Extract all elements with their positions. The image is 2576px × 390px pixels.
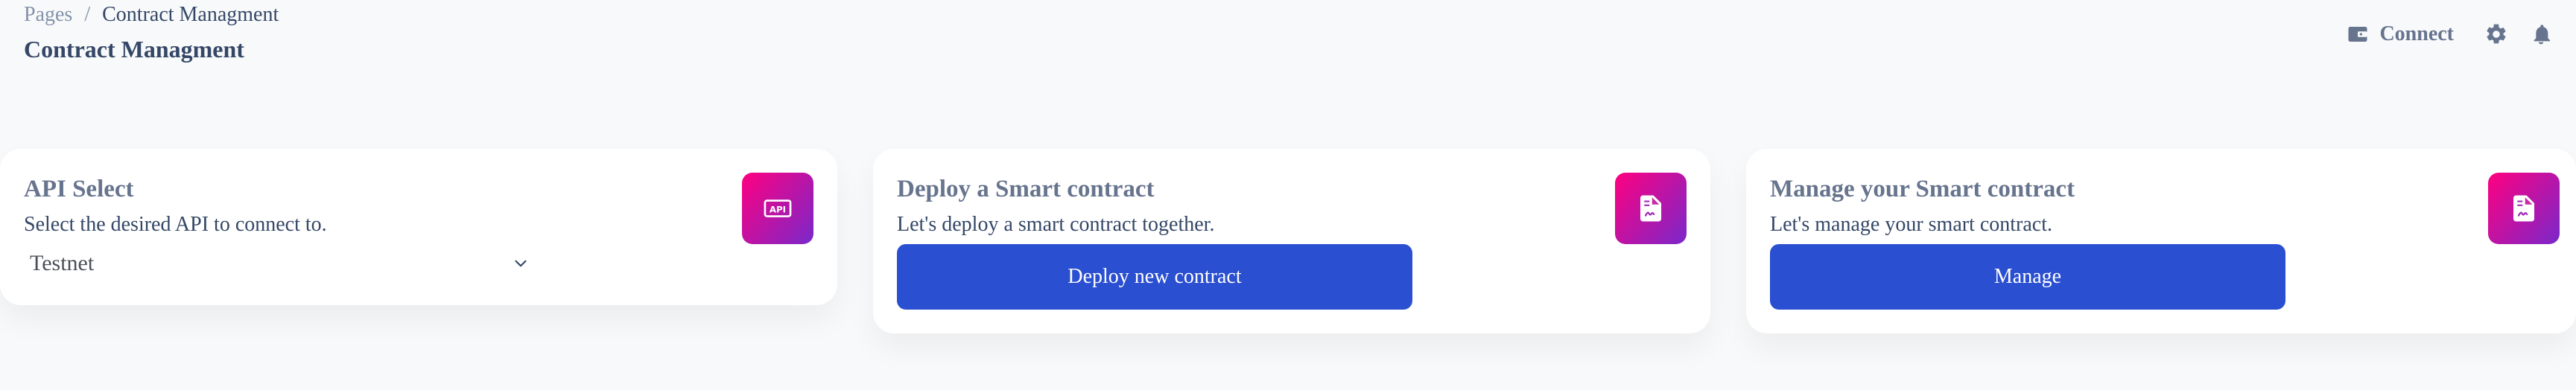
notifications-button[interactable] xyxy=(2528,22,2554,47)
manage-button[interactable]: Manage xyxy=(1770,244,2285,310)
breadcrumb-separator: / xyxy=(84,3,91,26)
card-description: Select the desired API to connect to. xyxy=(24,213,327,236)
file-contract-icon xyxy=(1640,195,1661,222)
top-navigation: Connect xyxy=(2347,18,2554,51)
card-title: Deploy a Smart contract xyxy=(897,176,1155,202)
bell-icon xyxy=(2534,25,2550,45)
breadcrumb-link-pages[interactable]: Pages xyxy=(24,3,72,27)
api-icon-box: API xyxy=(742,173,813,244)
chevron-down-icon xyxy=(515,260,527,267)
manage-icon-box xyxy=(2488,173,2560,244)
breadcrumb: Pages / Contract Managment xyxy=(24,3,279,27)
deploy-contract-card: Deploy a Smart contract Let's deploy a s… xyxy=(873,149,1710,333)
deploy-icon-box xyxy=(1615,173,1687,244)
connect-label: Connect xyxy=(2379,22,2454,45)
wallet-icon xyxy=(2348,27,2367,42)
api-select-dropdown[interactable]: Testnet xyxy=(24,246,538,281)
api-icon: API xyxy=(764,199,792,217)
connect-button[interactable]: Connect xyxy=(2347,22,2454,46)
file-contract-icon xyxy=(2513,195,2534,222)
card-title: API Select xyxy=(24,176,134,202)
api-select-value: Testnet xyxy=(30,251,95,275)
page-title: Contract Managment xyxy=(24,36,244,63)
breadcrumb-current: Contract Managment xyxy=(102,3,279,26)
settings-button[interactable] xyxy=(2484,22,2509,47)
api-select-card: API Select Select the desired API to con… xyxy=(0,149,837,305)
card-description: Let's deploy a smart contract together. xyxy=(897,213,1215,236)
deploy-new-contract-button[interactable]: Deploy new contract xyxy=(897,244,1412,310)
card-description: Let's manage your smart contract. xyxy=(1770,213,2053,236)
manage-contract-card: Manage your Smart contract Let's manage … xyxy=(1746,149,2576,333)
svg-text:API: API xyxy=(770,204,786,214)
card-title: Manage your Smart contract xyxy=(1770,176,2075,202)
gear-icon xyxy=(2487,24,2506,44)
